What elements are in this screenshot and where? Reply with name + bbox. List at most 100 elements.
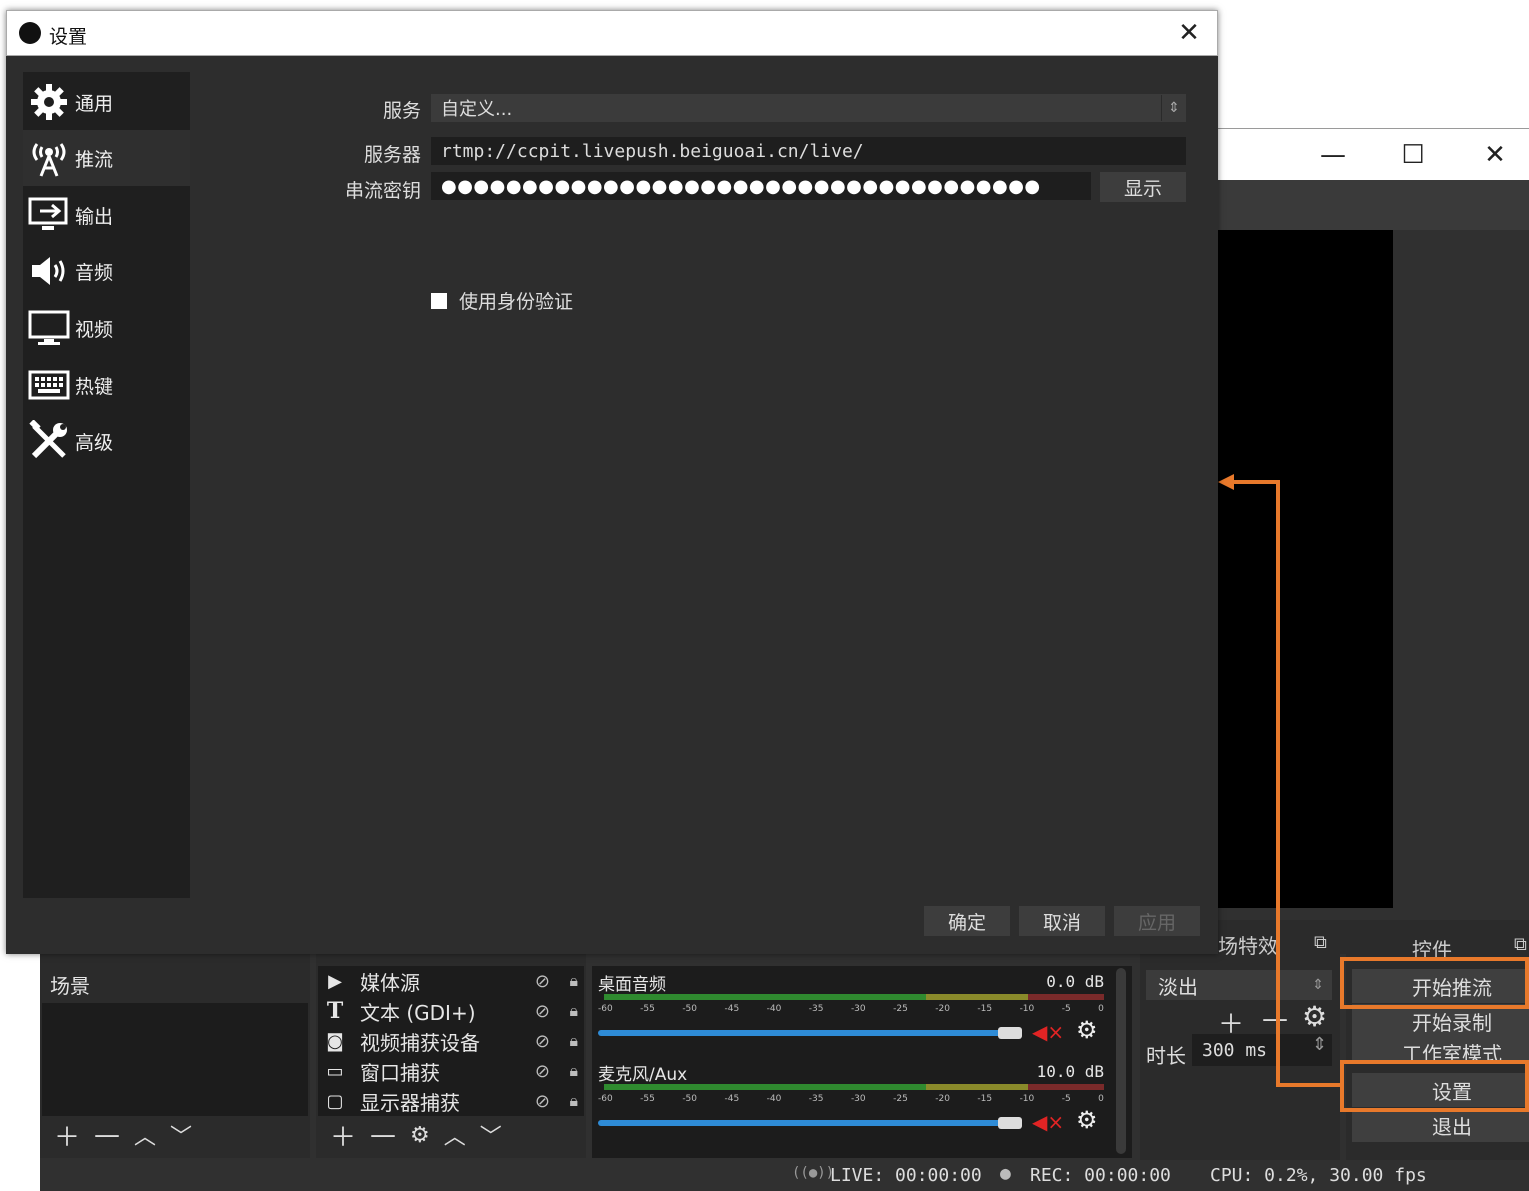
- visibility-hidden-icon[interactable]: ⊘: [535, 1001, 550, 1022]
- duration-value: 300 ms: [1202, 1039, 1268, 1061]
- close-icon[interactable]: ✕: [1455, 129, 1529, 181]
- transition-select[interactable]: 淡出 ⇕: [1146, 970, 1332, 1000]
- preview-canvas: [1218, 230, 1393, 908]
- sidebar-item-advanced[interactable]: 高级: [23, 413, 190, 469]
- window-icon: ▭: [326, 1060, 344, 1082]
- monitor-icon: [27, 306, 71, 350]
- sidebar-item-label: 输出: [75, 205, 114, 228]
- source-item[interactable]: ▭ 窗口捕获 ⊘ 🔒︎: [318, 1056, 584, 1086]
- scenes-toolbar: ＋ — ︿ ﹀: [44, 1117, 192, 1154]
- remove-icon[interactable]: —: [370, 1120, 396, 1150]
- chevron-up-icon[interactable]: ︿: [444, 1119, 466, 1151]
- chevron-up-icon[interactable]: ︿: [134, 1119, 156, 1151]
- obs-logo-icon: [19, 22, 41, 44]
- sidebar-item-stream[interactable]: 推流: [23, 130, 190, 186]
- volume-slider-knob[interactable]: [998, 1117, 1022, 1129]
- lock-icon[interactable]: 🔒︎: [569, 1091, 578, 1111]
- lock-icon[interactable]: 🔒︎: [569, 1061, 578, 1081]
- muted-speaker-icon[interactable]: ◀×: [1032, 1110, 1064, 1134]
- service-select-value: 自定义...: [441, 99, 513, 120]
- chevron-down-icon[interactable]: ﹀: [480, 1119, 502, 1151]
- source-item[interactable]: ▢ 显示器捕获 ⊘ 🔒︎: [318, 1086, 584, 1116]
- mixer-channel-name: 麦克风/Aux: [598, 1065, 688, 1085]
- sidebar-item-output[interactable]: 输出: [23, 187, 190, 243]
- sidebar-item-label: 视频: [75, 318, 114, 341]
- service-select[interactable]: 自定义... ⇕: [431, 94, 1186, 122]
- spinner-icon: ⇕: [1161, 95, 1186, 121]
- volume-slider[interactable]: [598, 1120, 1008, 1126]
- transitions-header: 场特效: [1218, 934, 1278, 958]
- gear-icon[interactable]: ⚙: [1302, 1000, 1327, 1033]
- cancel-button[interactable]: 取消: [1019, 906, 1105, 936]
- exit-button[interactable]: 退出: [1352, 1108, 1529, 1142]
- visibility-hidden-icon[interactable]: ⊘: [535, 971, 550, 992]
- add-icon[interactable]: ＋: [330, 1117, 356, 1154]
- volume-slider-knob[interactable]: [998, 1027, 1022, 1039]
- meter-ticks: -60 -55 -50 -45 -40 -35 -30 -25 -20 -15 -10 -5 0: [598, 1004, 1104, 1014]
- output-monitor-icon: [27, 193, 71, 237]
- lock-icon[interactable]: 🔒︎: [569, 1001, 578, 1021]
- source-label: 媒体源: [360, 970, 420, 995]
- apply-button[interactable]: 应用: [1114, 906, 1200, 936]
- broadcast-icon: ((●)): [792, 1165, 835, 1181]
- sidebar-item-general[interactable]: 通用: [23, 74, 190, 130]
- undock-icon[interactable]: ⧉: [1314, 932, 1327, 953]
- remove-icon[interactable]: —: [1262, 1004, 1288, 1034]
- auth-checkbox-label: 使用身份验证: [459, 291, 574, 313]
- sidebar-item-hotkeys[interactable]: 热键: [23, 357, 190, 413]
- source-label: 视频捕获设备: [360, 1030, 480, 1055]
- source-item[interactable]: ▶ 媒体源 ⊘ 🔒︎: [318, 966, 584, 996]
- annotation-line: [1230, 480, 1280, 484]
- duration-label: 时长: [1146, 1044, 1186, 1068]
- visibility-hidden-icon[interactable]: ⊘: [535, 1061, 550, 1082]
- close-icon[interactable]: ✕: [1167, 15, 1211, 51]
- cpu-status: CPU: 0.2%, 30.00 fps: [1210, 1165, 1427, 1186]
- broadcast-antenna-icon: [27, 136, 71, 180]
- annotation-line: [1276, 480, 1280, 1087]
- volume-meter: [604, 994, 1028, 1000]
- gear-icon[interactable]: ⚙: [1076, 1016, 1098, 1044]
- settings-dialog: 设置 ✕ 通用 推流 输出 音频 视频 热键 高级 服务 自定义... ⇕ 服务…: [6, 10, 1218, 954]
- add-icon[interactable]: ＋: [54, 1117, 80, 1154]
- chevron-down-icon[interactable]: ﹀: [170, 1119, 192, 1151]
- visibility-hidden-icon[interactable]: ⊘: [535, 1031, 550, 1052]
- muted-speaker-icon[interactable]: ◀×: [1032, 1020, 1064, 1044]
- keyboard-icon: [27, 363, 71, 407]
- mixer-scrollbar[interactable]: [1116, 968, 1126, 1154]
- stream-key-value: ●●●●●●●●●●●●●●●●●●●●●●●●●●●●●●●●●●●●●: [441, 175, 1041, 197]
- undock-icon[interactable]: ⧉: [1514, 934, 1527, 955]
- visibility-hidden-icon[interactable]: ⊘: [535, 1091, 550, 1112]
- duration-input[interactable]: 300 ms: [1192, 1034, 1332, 1066]
- lock-icon[interactable]: 🔒︎: [569, 971, 578, 991]
- auth-checkbox[interactable]: [431, 292, 447, 309]
- minimize-icon[interactable]: —: [1293, 129, 1373, 181]
- gear-icon[interactable]: ⚙: [1076, 1106, 1098, 1134]
- gear-icon: [27, 80, 71, 124]
- sources-toolbar: ＋ — ⚙ ︿ ﹀: [320, 1117, 502, 1154]
- show-key-button[interactable]: 显示: [1100, 172, 1186, 202]
- scene-item[interactable]: 场景: [42, 966, 308, 1003]
- lock-icon[interactable]: 🔒︎: [569, 1031, 578, 1051]
- start-record-button[interactable]: 开始录制: [1352, 1004, 1529, 1038]
- play-icon: ▶: [328, 970, 342, 992]
- gear-icon[interactable]: ⚙: [410, 1123, 430, 1148]
- server-input[interactable]: rtmp://ccpit.livepush.beiguoai.cn/live/: [431, 137, 1186, 165]
- auth-checkbox-row[interactable]: 使用身份验证: [431, 287, 573, 314]
- volume-slider[interactable]: [598, 1030, 1008, 1036]
- spinner-icon[interactable]: ⇕: [1312, 1034, 1327, 1055]
- source-label: 文本 (GDI+): [360, 1000, 476, 1025]
- sidebar-item-label: 通用: [75, 92, 114, 115]
- sidebar-item-video[interactable]: 视频: [23, 300, 190, 356]
- scenes-list: 场景: [42, 966, 308, 1116]
- text-icon: T: [326, 998, 344, 1024]
- maximize-icon[interactable]: ☐: [1373, 129, 1453, 181]
- ok-button[interactable]: 确定: [924, 906, 1010, 936]
- sidebar-item-audio[interactable]: 音频: [23, 243, 190, 299]
- remove-icon[interactable]: —: [94, 1120, 120, 1150]
- source-item[interactable]: ◙ 视频捕获设备 ⊘ 🔒︎: [318, 1026, 584, 1056]
- tools-icon: [27, 419, 71, 463]
- annotation-arrow-icon: [1218, 474, 1234, 490]
- dialog-titlebar: 设置 ✕: [6, 10, 1218, 56]
- source-item[interactable]: T 文本 (GDI+) ⊘ 🔒︎: [318, 996, 584, 1026]
- stream-key-input[interactable]: ●●●●●●●●●●●●●●●●●●●●●●●●●●●●●●●●●●●●●: [431, 172, 1091, 200]
